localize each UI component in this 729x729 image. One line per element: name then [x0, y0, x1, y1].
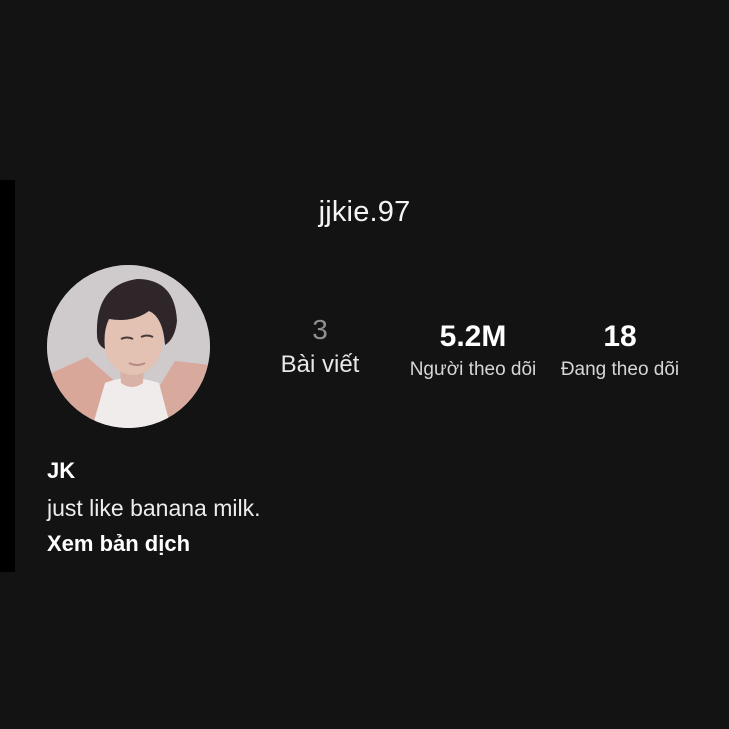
stat-followers[interactable]: 5.2M Người theo dõi	[398, 320, 548, 382]
following-label: Đang theo dõi	[560, 359, 680, 380]
profile-bio: just like banana milk.	[47, 495, 261, 521]
following-count: 18	[603, 320, 637, 353]
avatar-image	[47, 265, 210, 428]
avatar[interactable]	[47, 265, 210, 428]
stat-posts[interactable]: 3 Bài viết	[262, 314, 378, 379]
followers-count: 5.2M	[439, 320, 507, 353]
see-translation-link[interactable]: Xem bản dịch	[47, 531, 190, 557]
posts-label: Bài viết	[280, 351, 360, 378]
followers-label: Người theo dõi	[409, 359, 537, 380]
stat-following[interactable]: 18 Đang theo dõi	[552, 320, 688, 382]
posts-count: 3	[312, 314, 328, 345]
profile-username: jjkie.97	[318, 196, 411, 228]
left-edge-strip	[0, 180, 15, 572]
profile-display-name: JK	[47, 458, 76, 483]
